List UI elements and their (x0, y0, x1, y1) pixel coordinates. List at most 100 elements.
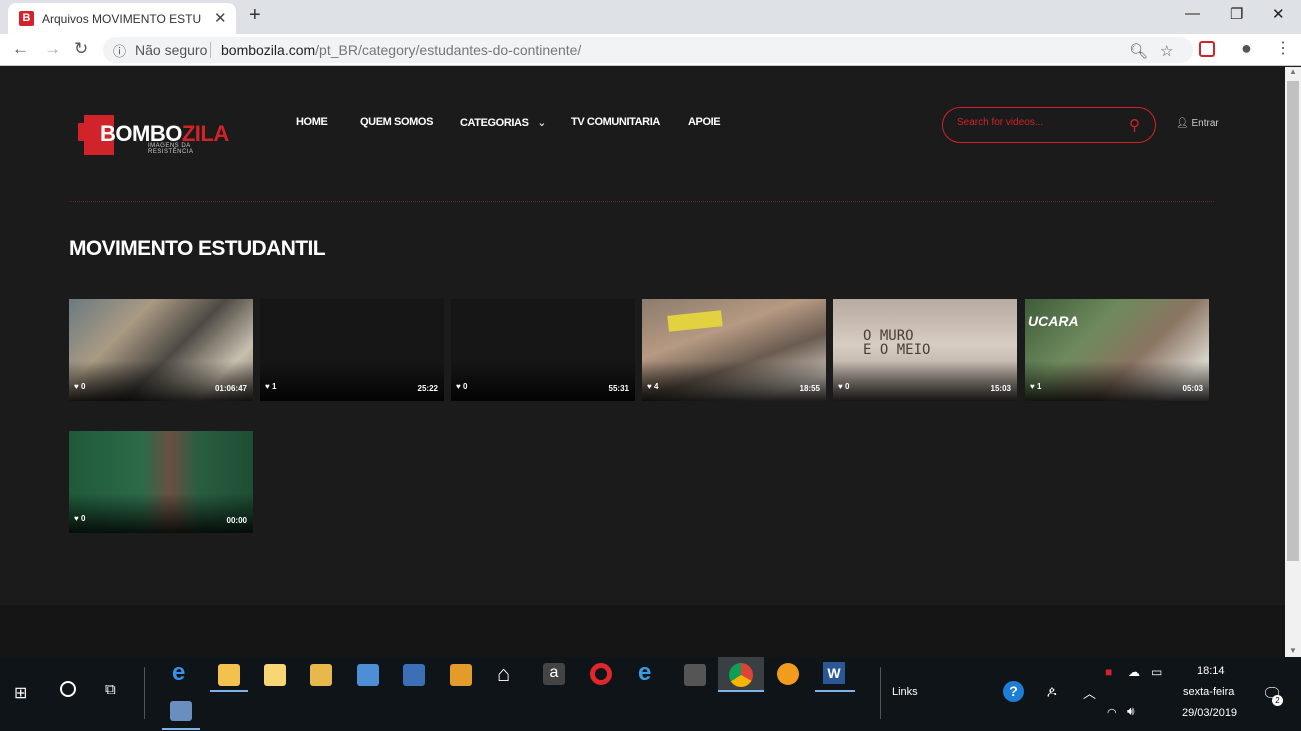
clock-date[interactable]: 29/03/2019 (1182, 707, 1237, 719)
volume-icon[interactable]: 🔊︎ (1127, 704, 1135, 719)
extension-icon[interactable] (1199, 41, 1215, 57)
notification-badge: 2 (1272, 695, 1283, 706)
account-icon[interactable]: ● (1241, 38, 1252, 59)
login-link[interactable]: 👤︎ Entrar (1176, 118, 1219, 129)
app-icon[interactable] (450, 664, 472, 686)
running-indicator (718, 690, 764, 692)
edge-icon[interactable]: e (172, 659, 185, 687)
login-label: Entrar (1191, 118, 1219, 129)
file-explorer-icon[interactable] (218, 664, 240, 686)
restore-icon[interactable]: ❐ (1230, 5, 1243, 23)
nav-apoie[interactable]: APOIE (688, 116, 721, 128)
paint-icon[interactable] (170, 701, 192, 721)
video-duration: 25:22 (417, 384, 438, 393)
windows-start-icon[interactable]: ⊞ (14, 683, 27, 703)
like-count-value: 1 (1036, 382, 1042, 391)
amazon-icon[interactable]: a (543, 663, 565, 685)
battery-icon[interactable]: ▭ (1151, 665, 1162, 679)
wifi-icon[interactable]: ◠ (1107, 706, 1117, 719)
thumbnail-shade (69, 361, 253, 401)
thumbnail-title-line1: O MURO (863, 328, 914, 344)
clock-time[interactable]: 18:14 (1197, 665, 1225, 677)
zoom-icon[interactable]: 🔍︎ (1129, 42, 1148, 60)
minimize-icon[interactable]: — (1185, 5, 1200, 22)
taskbar-separator (144, 667, 145, 719)
opera-icon[interactable] (590, 663, 612, 685)
address-bar: ← → ↻ ⓘ Não seguro bombozila.com/pt_BR/c… (0, 34, 1301, 66)
video-card[interactable]: ♥ 4 18:55 (642, 299, 826, 401)
heart-icon: ♥ (74, 382, 79, 391)
nav-categorias-label: CATEGORIAS (460, 117, 529, 129)
thumbnail-shade (1025, 361, 1209, 401)
search-icon[interactable]: ⚲ (1129, 116, 1140, 134)
scroll-down-icon[interactable]: ▼ (1289, 646, 1297, 655)
video-card[interactable]: ♥ 1 25:22 (260, 299, 444, 401)
task-view-icon[interactable]: ⧉ (105, 681, 116, 698)
chevron-down-icon: ⌄ (537, 117, 547, 129)
heart-icon: ♥ (1030, 382, 1035, 391)
url-domain: bombozila.com (221, 42, 316, 58)
clock-day[interactable]: sexta-feira (1183, 686, 1234, 698)
calculator-icon[interactable] (684, 664, 706, 686)
chrome-icon[interactable] (729, 663, 753, 687)
help-icon[interactable]: ? (1003, 681, 1024, 702)
chevron-up-icon[interactable]: ︿ (1083, 683, 1096, 702)
video-duration: 01:06:47 (214, 384, 247, 393)
bookmark-star-icon[interactable]: ☆ (1160, 42, 1173, 60)
app-orange-icon[interactable] (777, 663, 799, 685)
internet-explorer-icon[interactable]: e (638, 659, 651, 687)
tab-title: Arquivos MOVIMENTO ESTUDAN (42, 12, 202, 26)
scrollbar-thumb[interactable] (1287, 81, 1299, 561)
folder-icon[interactable] (310, 664, 332, 686)
menu-dots-icon[interactable]: ⋮ (1275, 38, 1291, 58)
people-icon[interactable]: ዾ (1047, 683, 1056, 699)
cloud-icon[interactable]: ☁ (1128, 665, 1140, 679)
nav-home[interactable]: HOME (296, 116, 328, 128)
video-card[interactable]: ♥ 0 00:00 (69, 431, 253, 533)
cortana-icon[interactable] (60, 681, 76, 697)
thumbnail-shade (833, 361, 1017, 401)
footer (0, 605, 1285, 657)
site-logo[interactable]: BOMBOZILA IMAGENS DA RESISTÊNCIA (78, 113, 229, 163)
nav-tv-comunitaria[interactable]: TV COMUNITARIA (571, 116, 660, 128)
site-favicon-icon: B (19, 11, 34, 26)
word-icon[interactable]: W (823, 662, 845, 684)
security-label: Não seguro (135, 42, 208, 58)
video-card[interactable]: O MURO E O MEIO ♥ 0 15:03 (833, 299, 1017, 401)
documents-icon[interactable] (264, 664, 286, 686)
page-scrollbar[interactable]: ▲ ▼ (1285, 67, 1301, 657)
forward-arrow-icon[interactable]: → (44, 39, 61, 59)
back-arrow-icon[interactable]: ← (12, 39, 29, 59)
url-text[interactable]: bombozila.com/pt_BR/category/estudantes-… (221, 42, 581, 58)
shield-icon[interactable]: ■ (1105, 665, 1112, 679)
browser-tab[interactable]: B Arquivos MOVIMENTO ESTUDAN ✕ (8, 3, 236, 34)
home-icon[interactable]: ⌂ (497, 661, 510, 687)
logo-subtitle: IMAGENS DA RESISTÊNCIA (148, 143, 194, 155)
scroll-up-icon[interactable]: ▲ (1289, 67, 1297, 76)
video-card[interactable]: UCARA ♥ 1 05:03 (1025, 299, 1209, 401)
search-input[interactable] (957, 117, 1117, 128)
nav-quem-somos[interactable]: QUEM SOMOS (360, 116, 433, 128)
video-card[interactable]: ♥ 0 01:06:47 (69, 299, 253, 401)
reload-icon[interactable]: ↻ (74, 39, 88, 59)
close-window-icon[interactable]: ✕ (1272, 5, 1285, 23)
like-count: ♥ 0 (74, 382, 85, 391)
heart-icon: ♥ (265, 382, 270, 391)
thumbnail-shade (69, 493, 253, 533)
video-card[interactable]: ♥ 0 55:31 (451, 299, 635, 401)
like-count-value: 0 (80, 514, 86, 523)
like-count: ♥ 0 (838, 382, 849, 391)
like-count: ♥ 0 (74, 514, 85, 523)
links-toolbar[interactable]: Links (892, 686, 918, 698)
info-icon[interactable]: ⓘ (113, 41, 126, 60)
thumbnail-shade (451, 361, 635, 401)
new-tab-icon[interactable]: + (249, 4, 261, 27)
nav-categorias[interactable]: CATEGORIAS ⌄ (460, 116, 546, 129)
contacts-icon[interactable] (357, 664, 379, 686)
laptop-icon[interactable] (403, 664, 425, 686)
video-duration: 18:55 (799, 384, 820, 393)
heart-icon: ♥ (74, 514, 79, 523)
thumbnail-title: O MURO E O MEIO (863, 329, 930, 357)
close-tab-icon[interactable]: ✕ (214, 9, 227, 27)
omnibox[interactable]: ⓘ Não seguro bombozila.com/pt_BR/categor… (103, 37, 1193, 63)
